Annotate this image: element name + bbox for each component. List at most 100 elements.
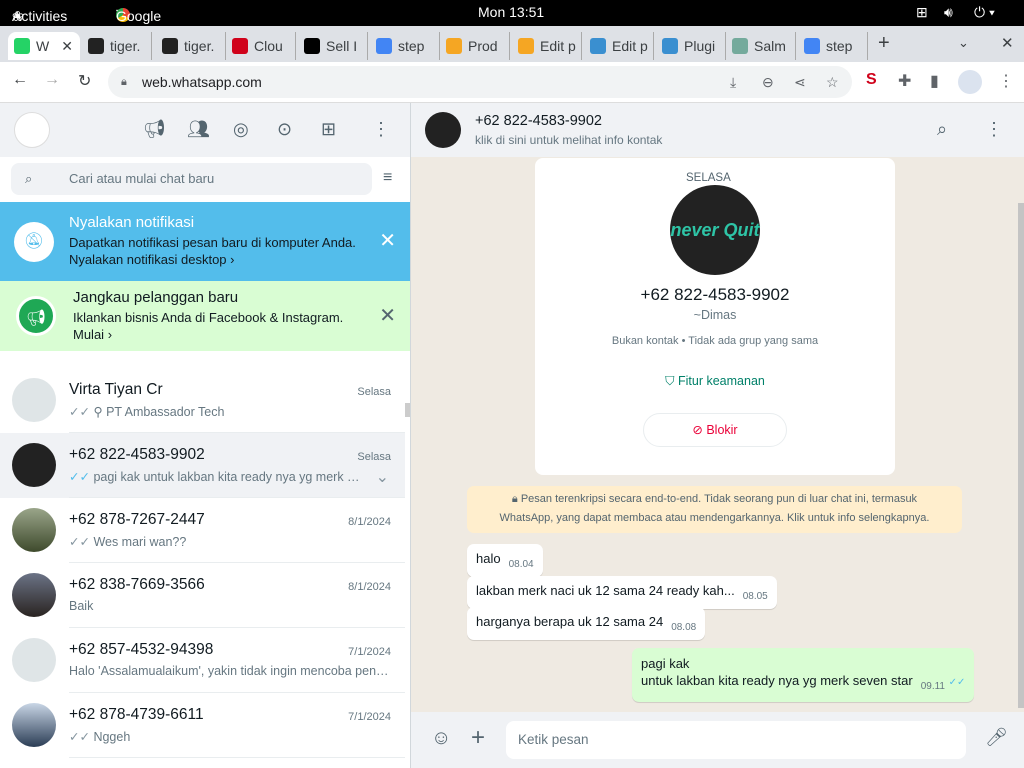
close-promo-button[interactable]: ✕ (379, 303, 396, 328)
forward-icon[interactable]: → (44, 71, 60, 89)
scrollbar[interactable] (1018, 203, 1024, 708)
chat-list-item[interactable]: Virta Tiyan Cr Selasa ✓✓ ⚲ PT Ambassador… (0, 368, 405, 433)
megaphone-icon[interactable]: 📢︎ (143, 119, 166, 140)
enable-notifications-link[interactable]: Nyalakan notifikasi desktop (69, 252, 227, 267)
browser-tab[interactable]: step (798, 32, 868, 60)
extensions-puzzle-icon[interactable]: ✚ (898, 71, 911, 91)
browser-tab[interactable]: W ✕ (8, 32, 80, 60)
favicon-icon (304, 38, 320, 54)
seo-extension-icon[interactable]: S (866, 71, 877, 89)
browser-tab[interactable]: tiger. (156, 32, 226, 60)
favicon-icon (376, 38, 392, 54)
avatar (12, 573, 56, 617)
browser-toolbar: ← → ↻ 🔒︎ web.whatsapp.com ⤓ ⊖ ⋖ ☆ S ✚ ▮ … (0, 62, 1024, 103)
app-menu[interactable]: Google Chrome ▾ (116, 4, 166, 40)
chat-list-item[interactable]: +62 857-4532-94398 7/1/2024 Halo 'Assala… (0, 628, 405, 693)
double-check-icon: ✓✓ (69, 470, 90, 484)
address-bar[interactable]: 🔒︎ web.whatsapp.com ⤓ ⊖ ⋖ ☆ (108, 66, 852, 98)
browser-tab[interactable]: Clou (226, 32, 296, 60)
chat-list-item[interactable]: +62 878-4739-6611 7/1/2024 ✓✓ Nggeh (0, 693, 405, 758)
back-icon[interactable]: ← (12, 71, 28, 89)
incoming-message[interactable]: harganya berapa uk 12 sama 24 08.08 (467, 607, 706, 640)
bookmark-star-icon[interactable]: ☆ (826, 66, 839, 98)
promo-banner[interactable]: 📢︎ Jangkau pelanggan baru Iklankan bisni… (0, 281, 410, 351)
notification-banner[interactable]: 🔕︎ Nyalakan notifikasi Dapatkan notifika… (0, 202, 410, 281)
filter-icon[interactable]: ≡ (383, 169, 392, 187)
profile-avatar[interactable] (14, 112, 50, 148)
favicon-icon (518, 38, 534, 54)
favicon-icon (446, 38, 462, 54)
profile-avatar[interactable] (958, 70, 982, 94)
menu-icon[interactable]: ⋮ (985, 119, 1003, 140)
system-top-bar: ❀ Activities Google Chrome ▾ Mon 13:51 ⊞… (0, 0, 1024, 40)
incoming-message[interactable]: lakban merk naci uk 12 sama 24 ready kah… (467, 576, 777, 609)
share-icon[interactable]: ⋖ (794, 66, 806, 98)
double-check-icon: ✓✓ (69, 535, 90, 549)
message-input[interactable]: Ketik pesan (506, 721, 966, 759)
chat-list-item[interactable]: +62 822-4583-9902 Selasa ✓✓ pagi kak unt… (0, 433, 405, 498)
favicon-icon (14, 38, 30, 54)
favicon-icon (804, 38, 820, 54)
favicon-icon (232, 38, 248, 54)
conversation-header[interactable]: +62 822-4583-9902 klik di sini untuk mel… (411, 103, 1024, 157)
browser-tab[interactable]: Edit p (584, 32, 654, 60)
browser-tab[interactable]: Prod (440, 32, 510, 60)
browser-tab[interactable]: tiger. (82, 32, 152, 60)
avatar (12, 378, 56, 422)
close-notification-button[interactable]: ✕ (379, 228, 396, 253)
new-tab-button[interactable]: + (878, 32, 890, 55)
start-link[interactable]: Mulai (73, 327, 104, 342)
double-check-icon: ✓✓ (69, 730, 90, 744)
url-text: web.whatsapp.com (142, 74, 262, 90)
chevron-down-icon[interactable]: ⌄ (376, 467, 389, 487)
scrollbar[interactable] (405, 403, 410, 417)
install-icon[interactable]: ⤓ (730, 66, 736, 98)
double-check-icon: ✓✓ (948, 677, 966, 688)
chat-list-item[interactable]: +62 838-7669-3566 8/1/2024 Baik (0, 563, 405, 628)
security-features-link[interactable]: ⛉ Fitur keamanan (535, 374, 895, 389)
close-window-button[interactable]: ✕ (1001, 34, 1014, 52)
network-icon[interactable]: ⊞ (916, 4, 928, 21)
menu-icon[interactable]: ⋮ (372, 119, 390, 140)
microphone-icon[interactable]: 🎤︎ (985, 727, 1008, 748)
attach-plus-icon[interactable]: + (471, 724, 485, 752)
close-tab-icon[interactable]: ✕ (61, 38, 73, 55)
search-icon: ⌕ (25, 171, 33, 186)
lock-icon: 🔒︎ (121, 76, 127, 88)
power-icon[interactable]: ⏻ ▾ (974, 4, 995, 21)
encryption-notice[interactable]: 🔒︎ Pesan terenkripsi secara end-to-end. … (467, 486, 962, 533)
clock[interactable]: Mon 13:51 (478, 4, 544, 20)
block-button[interactable]: ⊘ Blokir (643, 413, 787, 447)
chat-list-panel: 📢︎ 👥︎ ◎ ⊙ ⊞ ⋮ ⌕ Cari atau mulai chat bar… (0, 103, 411, 768)
status-icon[interactable]: ◎ (233, 119, 249, 140)
browser-tab[interactable]: Salm (726, 32, 796, 60)
channels-icon[interactable]: ⊙ (277, 119, 292, 140)
avatar (12, 703, 56, 747)
outgoing-message[interactable]: pagi kak untuk lakban kita ready nya yg m… (632, 648, 975, 702)
avatar (12, 443, 56, 487)
communities-icon[interactable]: 👥︎ (187, 119, 210, 140)
new-chat-icon[interactable]: ⊞ (321, 119, 336, 140)
chat-list-item[interactable]: +62 878-7267-2447 8/1/2024 ✓✓ Wes mari w… (0, 498, 405, 563)
browser-tab[interactable]: Sell I (298, 32, 368, 60)
emoji-icon[interactable]: ☺ (431, 727, 451, 750)
search-input[interactable]: ⌕ Cari atau mulai chat baru (11, 163, 372, 195)
day-label: SELASA (680, 172, 737, 184)
volume-icon[interactable]: 🔊︎ (944, 4, 953, 21)
favicon-icon (162, 38, 178, 54)
contact-avatar[interactable] (425, 112, 461, 148)
incoming-message[interactable]: halo 08.04 (467, 544, 543, 577)
avatar (12, 508, 56, 552)
zoom-icon[interactable]: ⊖ (762, 66, 774, 98)
browser-tab[interactable]: Edit p (512, 32, 582, 60)
tab-search-chevron-icon[interactable]: ⌄ (958, 35, 969, 51)
chrome-menu-icon[interactable]: ⋮ (998, 71, 1014, 91)
reload-icon[interactable]: ↻ (78, 71, 91, 91)
browser-tab[interactable]: Plugi (656, 32, 726, 60)
side-panel-icon[interactable]: ▮ (930, 71, 939, 91)
left-header: 📢︎ 👥︎ ◎ ⊙ ⊞ ⋮ (0, 103, 410, 157)
favicon-icon (88, 38, 104, 54)
search-icon[interactable]: ⌕ (937, 119, 947, 140)
browser-tab[interactable]: step (370, 32, 440, 60)
block-icon: ⊘ (692, 423, 703, 437)
